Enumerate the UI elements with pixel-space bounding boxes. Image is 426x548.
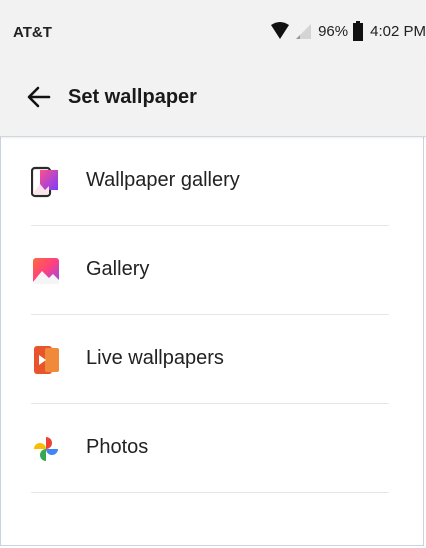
page-title: Set wallpaper bbox=[68, 86, 197, 108]
option-label: Live wallpapers bbox=[86, 347, 224, 369]
back-button[interactable] bbox=[22, 82, 56, 116]
status-bar: AT&T 96% 4:02 PM bbox=[0, 0, 426, 62]
battery-icon bbox=[352, 21, 364, 41]
status-indicators: 96% 4:02 PM bbox=[270, 18, 426, 44]
option-wallpaper-gallery[interactable]: Wallpaper gallery bbox=[0, 137, 426, 226]
live-wallpapers-icon bbox=[31, 344, 61, 376]
option-gallery[interactable]: Gallery bbox=[0, 226, 426, 315]
clock: 4:02 PM bbox=[370, 22, 426, 40]
option-live-wallpapers[interactable]: Live wallpapers bbox=[0, 315, 426, 404]
wifi-icon bbox=[270, 22, 290, 40]
battery-percent: 96% bbox=[318, 22, 349, 40]
app-bar: Set wallpaper bbox=[0, 62, 426, 137]
option-label: Gallery bbox=[86, 258, 150, 280]
carrier-name: AT&T bbox=[13, 24, 52, 41]
google-photos-icon bbox=[31, 433, 61, 465]
gallery-icon bbox=[31, 255, 61, 287]
wallpaper-source-list: Wallpaper gallery Gallery Live wallpaper… bbox=[0, 137, 426, 493]
wallpaper-gallery-icon bbox=[30, 166, 61, 198]
signal-icon bbox=[294, 22, 312, 40]
arrow-back-icon bbox=[27, 86, 51, 113]
option-label: Photos bbox=[86, 436, 149, 458]
divider bbox=[31, 492, 389, 493]
option-photos[interactable]: Photos bbox=[0, 404, 426, 493]
option-label: Wallpaper gallery bbox=[86, 169, 240, 191]
